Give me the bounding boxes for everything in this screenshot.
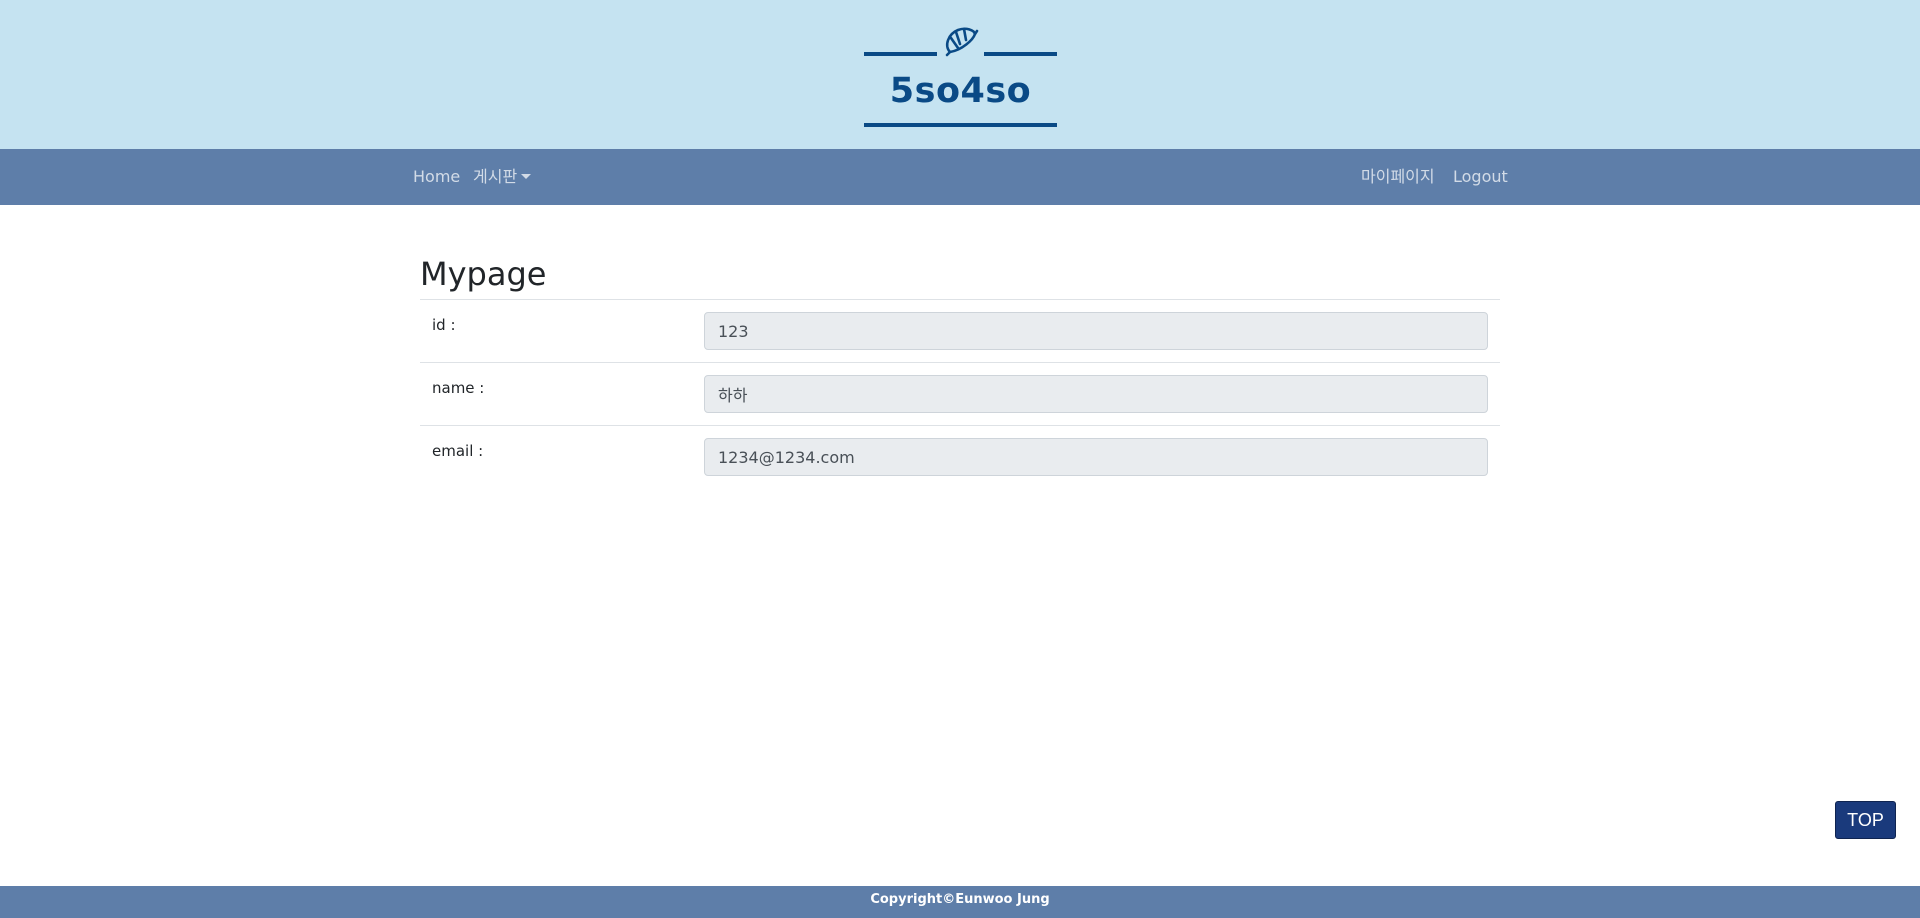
- logo-line-left: [864, 52, 937, 56]
- logo-line-bottom: [864, 123, 1057, 127]
- email-field[interactable]: [704, 438, 1488, 476]
- scroll-top-button[interactable]: TOP: [1835, 801, 1896, 839]
- nav-mypage-link[interactable]: 마이페이지: [1361, 149, 1435, 205]
- page-title: Mypage: [420, 255, 547, 293]
- id-field[interactable]: [704, 312, 1488, 350]
- logo-title[interactable]: 5so4so: [864, 64, 1057, 118]
- email-label: email :: [432, 442, 484, 460]
- nav-board-label: 게시판: [473, 167, 518, 186]
- nav-board-dropdown[interactable]: 게시판: [473, 149, 532, 205]
- croissant-icon: [945, 27, 979, 57]
- name-field[interactable]: [704, 375, 1488, 413]
- nav-home-link[interactable]: Home: [413, 149, 460, 205]
- footer: Copyright©Eunwoo Jung: [0, 886, 1920, 918]
- nav-logout-link[interactable]: Logout: [1453, 149, 1508, 205]
- row-divider: [420, 425, 1500, 426]
- caret-down-icon: [521, 174, 532, 179]
- header-banner: 5so4so: [0, 0, 1920, 149]
- name-label: name :: [432, 379, 485, 397]
- row-divider: [420, 299, 1500, 300]
- row-divider: [420, 362, 1500, 363]
- footer-copyright: Copyright©Eunwoo Jung: [870, 892, 1050, 907]
- main-navbar: Home 게시판 마이페이지 Logout: [0, 149, 1920, 205]
- id-label: id :: [432, 316, 456, 334]
- logo-line-right: [984, 52, 1057, 56]
